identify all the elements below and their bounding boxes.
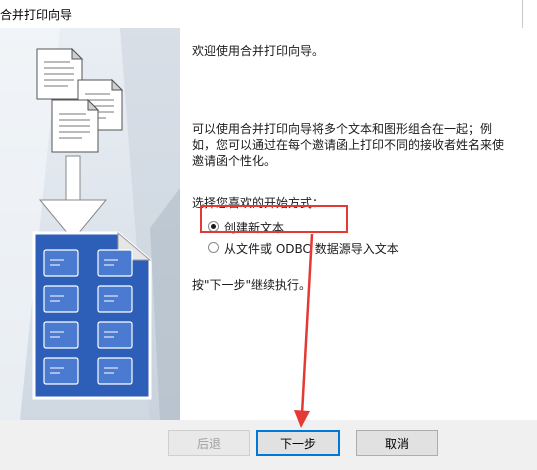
continue-hint: 按"下一步"继续执行。 [192,278,312,292]
radio-button-unchecked[interactable] [208,242,219,253]
merged-document-icon [32,231,152,400]
close-button[interactable] [522,0,537,28]
wizard-illustration-panel [0,28,180,420]
radio-option-import[interactable]: 从文件或 ODBC 数据源导入文本 [208,240,448,256]
import-text-label: 从文件或 ODBC 数据源导入文本 [224,242,399,256]
back-button[interactable]: 后退 [168,430,250,456]
description-line-3: 邀请函个性化。 [192,154,277,168]
annotation-highlight-box [200,205,348,233]
description-line-1: 可以使用合并打印向导将多个文本和图形组合在一起；例 [192,122,493,136]
welcome-text: 欢迎使用合并打印向导。 [192,44,325,58]
arrow-down-icon [38,155,108,241]
cancel-button[interactable]: 取消 [356,430,438,456]
window-title: 合并打印向导 [0,8,73,22]
description-line-2: 如，您可以通过在每个邀请函上打印不同的接收者姓名来使 [192,138,505,152]
next-button[interactable]: 下一步 [256,430,340,456]
title-bar: 合并打印向导 [0,0,537,29]
merge-print-illustration [0,28,180,420]
